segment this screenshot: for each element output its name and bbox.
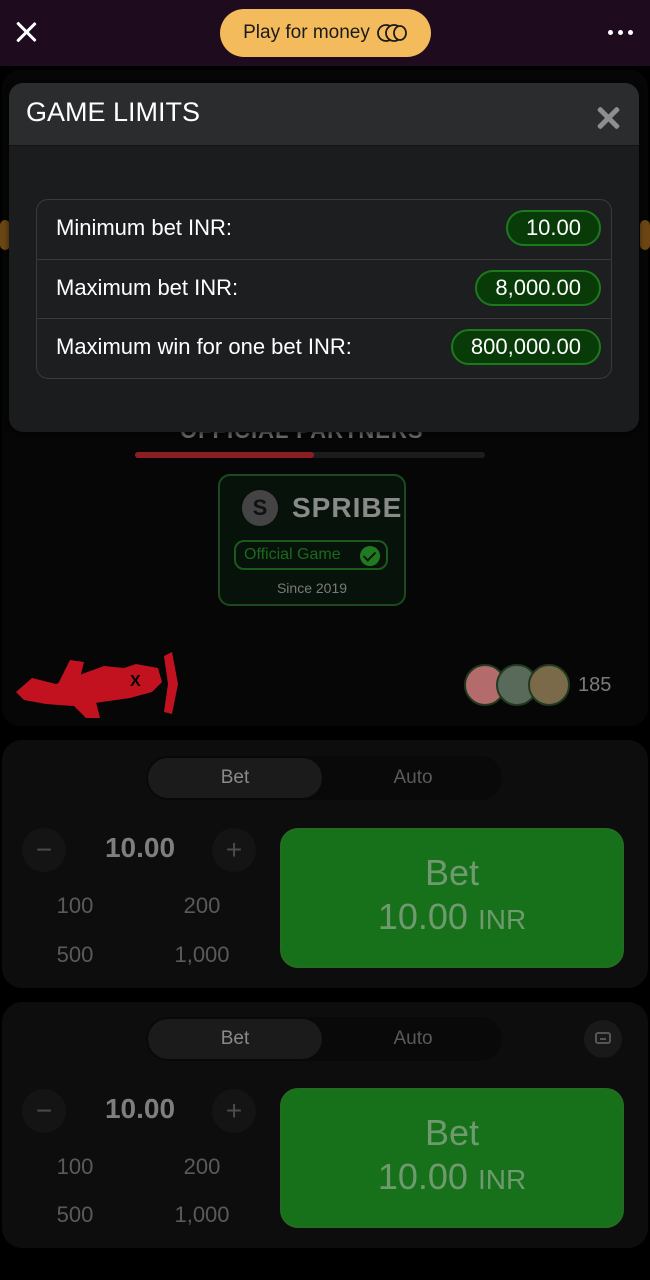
quick-amount-button[interactable]: 200	[147, 886, 257, 926]
limit-value: 800,000.00	[450, 329, 601, 365]
bet-button-currency: INR	[477, 904, 527, 935]
limit-value: 8,000.00	[475, 270, 601, 306]
limits-table: Minimum bet INR: 10.00 Maximum bet INR: …	[36, 199, 612, 379]
limit-label: Maximum win for one bet INR:	[56, 334, 352, 359]
tab-auto[interactable]: Auto	[326, 758, 500, 798]
bet-button-amount: 10.00	[377, 1156, 468, 1197]
play-for-money-button[interactable]: Play for money	[220, 9, 431, 57]
loading-progress-bar	[135, 452, 485, 458]
avatar	[528, 664, 570, 706]
official-game-badge: Official Game	[234, 540, 388, 570]
decrease-amount-button[interactable]: −	[22, 1089, 66, 1133]
tab-bet[interactable]: Bet	[148, 1019, 322, 1059]
quick-amount-button[interactable]: 1,000	[147, 1195, 257, 1235]
quick-amount-button[interactable]: 1,000	[147, 935, 257, 975]
tab-auto[interactable]: Auto	[326, 1019, 500, 1059]
quick-amount-button[interactable]: 500	[20, 935, 130, 975]
bet-button-label: Bet	[424, 852, 480, 893]
more-icon[interactable]	[608, 22, 634, 42]
coins-icon	[376, 24, 407, 42]
place-bet-button[interactable]: Bet 10.00 INR	[280, 828, 624, 968]
decrease-amount-button[interactable]: −	[22, 828, 66, 872]
provider-name: SPRIBE	[292, 492, 403, 523]
modal-header: GAME LIMITS	[9, 83, 639, 146]
player-avatars	[464, 664, 574, 706]
plane-icon: X	[16, 652, 178, 718]
place-bet-button[interactable]: Bet 10.00 INR	[280, 1088, 624, 1228]
limit-row: Minimum bet INR: 10.00	[37, 200, 611, 259]
svg-text:X: X	[130, 673, 141, 690]
check-icon	[360, 546, 380, 566]
tab-bet[interactable]: Bet	[148, 758, 322, 798]
top-bar: Play for money	[0, 0, 650, 66]
bet-button-amount: 10.00	[377, 896, 468, 937]
provider-card: S SPRIBE Official Game Since 2019	[218, 474, 406, 606]
play-for-money-label: Play for money	[243, 22, 370, 43]
quick-amount-button[interactable]: 500	[20, 1195, 130, 1235]
close-icon[interactable]	[12, 18, 40, 46]
limit-label: Maximum bet INR:	[56, 275, 239, 300]
close-modal-icon[interactable]	[595, 105, 621, 131]
official-game-label: Official Game	[244, 546, 341, 563]
collapse-icon[interactable]	[584, 1020, 622, 1058]
game-limits-modal: GAME LIMITS Minimum bet INR: 10.00 Maxim…	[9, 83, 639, 432]
bet-mode-tabs-1: Bet Auto	[146, 756, 502, 800]
increase-amount-button[interactable]: +	[212, 1089, 256, 1133]
since-label: Since 2019	[276, 580, 348, 596]
limit-row: Maximum bet INR: 8,000.00	[37, 259, 611, 319]
limit-row: Maximum win for one bet INR: 800,000.00	[37, 318, 611, 378]
bet-amount-input[interactable]: 10.00	[70, 1093, 210, 1125]
bet-button-amount-line: 10.00 INR	[282, 896, 622, 938]
bet-button-label: Bet	[424, 1112, 480, 1153]
increase-amount-button[interactable]: +	[212, 828, 256, 872]
bet-button-amount-line: 10.00 INR	[282, 1156, 622, 1198]
game-edge-right	[640, 220, 650, 250]
limit-value: 10.00	[505, 210, 601, 246]
quick-amount-button[interactable]: 100	[20, 1147, 130, 1187]
spribe-logo-icon: S	[242, 490, 278, 526]
limit-label: Minimum bet INR:	[56, 215, 233, 240]
bet-amount-input[interactable]: 10.00	[70, 832, 210, 864]
bet-button-currency: INR	[477, 1164, 527, 1195]
quick-amount-button[interactable]: 100	[20, 886, 130, 926]
bet-mode-tabs-2: Bet Auto	[146, 1017, 502, 1061]
quick-amount-button[interactable]: 200	[147, 1147, 257, 1187]
modal-title: GAME LIMITS	[26, 97, 201, 127]
loading-progress-fill	[135, 452, 314, 458]
online-players-count: 185	[578, 674, 612, 696]
